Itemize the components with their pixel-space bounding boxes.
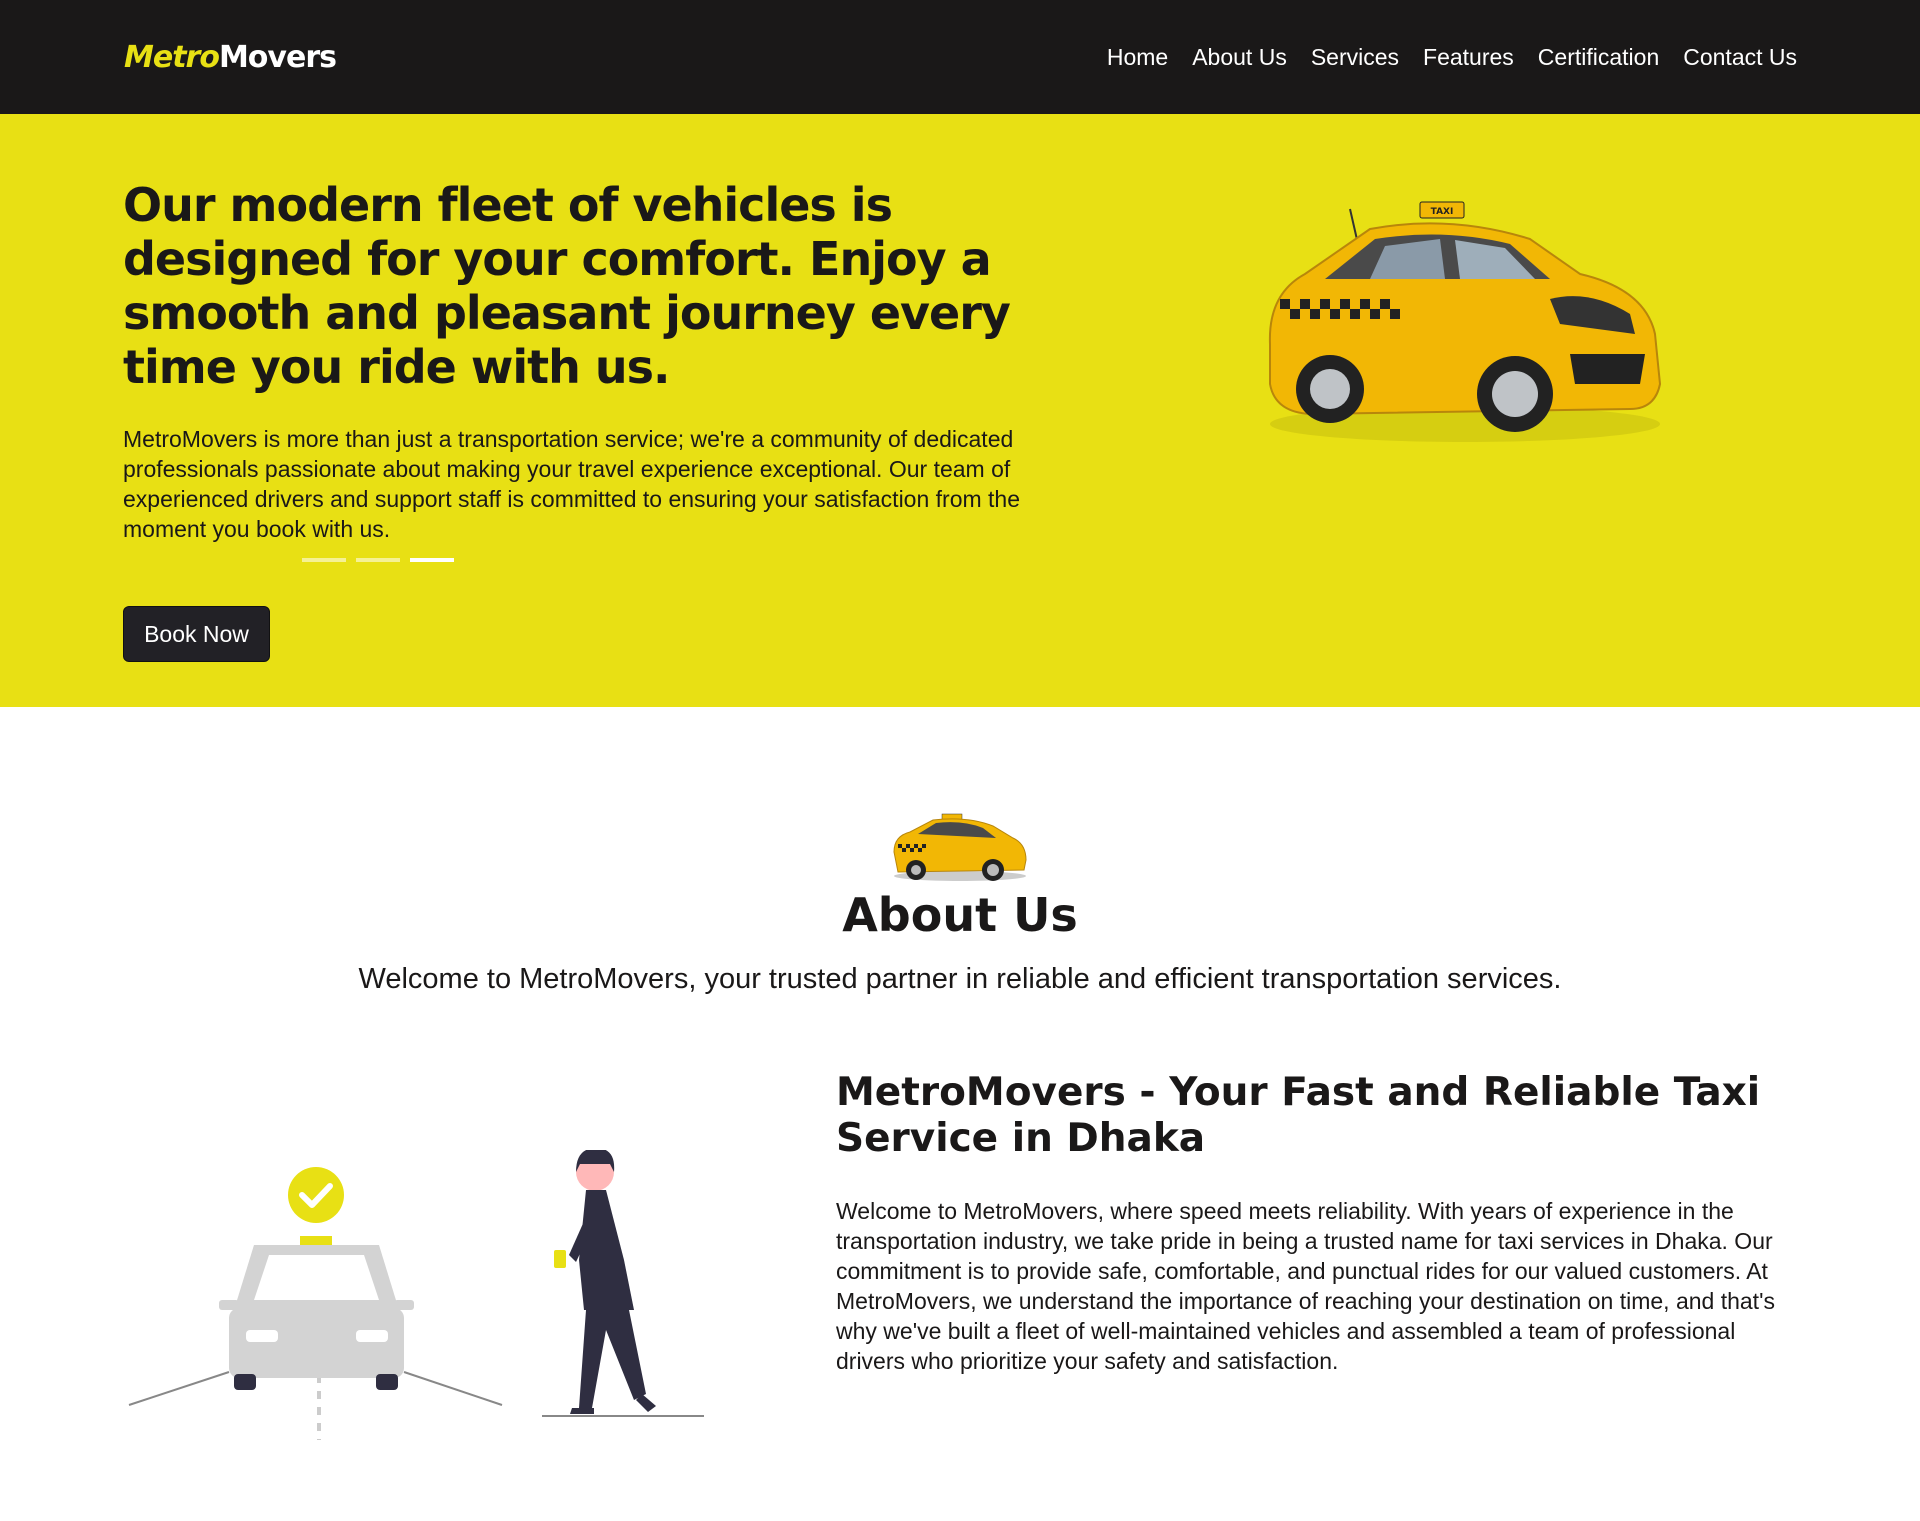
nav-services[interactable]: Services	[1311, 44, 1399, 71]
hero-title: Our modern fleet of vehicles is designed…	[123, 178, 1011, 394]
taxi-sign-text: TAXI	[1431, 207, 1454, 217]
brand-part-metro: Metro	[124, 39, 220, 75]
small-taxi-icon	[893, 813, 1027, 881]
check-circle-icon	[288, 1167, 344, 1223]
taxi-illustration	[219, 1236, 414, 1390]
taxi-booking-illustration	[128, 1150, 704, 1440]
nav-features[interactable]: Features	[1423, 44, 1514, 71]
carousel-dot-3-active[interactable]	[410, 558, 454, 562]
book-now-button[interactable]: Book Now	[123, 606, 270, 662]
taxi-car-image: TAXI	[1268, 201, 1662, 442]
carousel-indicators	[302, 558, 454, 562]
nav-about-us[interactable]: About Us	[1192, 44, 1287, 71]
brand-part-movers: Movers	[218, 39, 337, 75]
nav-home[interactable]: Home	[1107, 44, 1168, 71]
carousel-dot-1[interactable]	[302, 558, 346, 562]
about-subtitle: Welcome to MetroMovers, your trusted par…	[358, 963, 1562, 995]
navbar: MetroMovers Home About Us Services Featu…	[0, 0, 1920, 114]
main-nav: Home About Us Services Features Certific…	[1083, 44, 1797, 71]
brand-logo[interactable]: MetroMovers	[124, 39, 337, 75]
hero-description: MetroMovers is more than just a transpor…	[123, 426, 1021, 542]
road-right-line	[403, 1371, 503, 1406]
section-title: MetroMovers - Your Fast and Reliable Tax…	[836, 1070, 1761, 1161]
nav-certification[interactable]: Certification	[1538, 44, 1659, 71]
person-with-phone-illustration	[542, 1150, 704, 1417]
road-left-line	[128, 1371, 230, 1406]
about-title: About Us	[842, 888, 1078, 942]
nav-contact-us[interactable]: Contact Us	[1683, 44, 1797, 71]
section-description: Welcome to MetroMovers, where speed meet…	[836, 1198, 1775, 1374]
carousel-dot-2[interactable]	[356, 558, 400, 562]
hero-section: Our modern fleet of vehicles is designed…	[0, 114, 1920, 707]
